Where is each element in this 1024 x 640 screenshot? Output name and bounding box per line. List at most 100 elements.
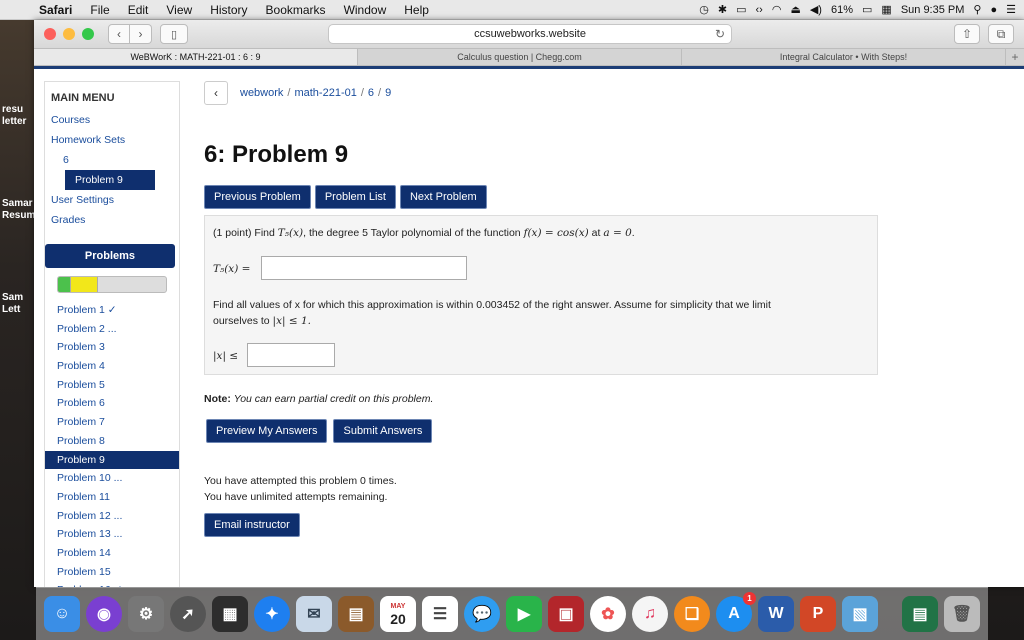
tab-chegg[interactable]: Calculus question | Chegg.com [358, 49, 682, 65]
desktop-file-label[interactable]: resu letter [0, 104, 34, 128]
problem-list-item[interactable]: Problem 13 ... [45, 525, 179, 544]
menu-app-name[interactable]: Safari [30, 3, 81, 17]
desktop-file-label[interactable]: Samar Resum [0, 198, 34, 222]
siri-icon[interactable]: ◉ [86, 596, 122, 632]
menu-history[interactable]: History [201, 3, 256, 17]
tabs-overview-icon[interactable]: ⧉ [988, 24, 1014, 44]
menu-help[interactable]: Help [395, 3, 438, 17]
menu-file[interactable]: File [81, 3, 118, 17]
attempts-remaining: You have unlimited attempts remaining. [204, 491, 388, 503]
problem-list-item[interactable]: Problem 12 ... [45, 507, 179, 526]
breadcrumb-course[interactable]: math-221-01 [294, 87, 356, 99]
mission-control-icon[interactable]: ▦ [212, 596, 248, 632]
close-window-button[interactable] [44, 28, 56, 40]
problem-list-item[interactable]: Problem 9 [45, 450, 179, 470]
excel-file-icon[interactable]: ▤ [902, 596, 938, 632]
problem-list-item[interactable]: Problem 3 [45, 338, 179, 357]
notification-center-icon[interactable]: ☰ [1006, 3, 1016, 16]
problem-list-item[interactable]: Problem 4 [45, 357, 179, 376]
menu-window[interactable]: Window [335, 3, 396, 17]
battery-icon[interactable]: ▭ [862, 3, 872, 16]
problem-list-item[interactable]: Problem 6 [45, 394, 179, 413]
address-bar[interactable]: ccsuwebworks.website ↻ [328, 24, 732, 44]
menu-edit[interactable]: Edit [119, 3, 158, 17]
x-bound-input[interactable] [247, 343, 335, 367]
app-store-icon[interactable]: A1 [716, 592, 756, 632]
breadcrumb-webwork[interactable]: webwork [240, 87, 283, 99]
share-icon[interactable]: ⇧ [954, 24, 980, 44]
submit-answers-button[interactable]: Submit Answers [333, 419, 433, 443]
eject-icon[interactable]: ⏏ [790, 3, 800, 16]
browser-forward-button[interactable]: › [130, 24, 152, 44]
problem-list-item[interactable]: Problem 7 [45, 413, 179, 432]
tab-integral-calculator[interactable]: Integral Calculator • With Steps! [682, 49, 1006, 65]
photos-icon[interactable]: ✿ [590, 596, 626, 632]
browser-back-button[interactable]: ‹ [108, 24, 130, 44]
user-avatar-icon[interactable]: ● [990, 4, 997, 16]
code-icon[interactable]: ‹› [756, 4, 763, 16]
taylor-polynomial-input[interactable] [261, 256, 467, 280]
books-icon[interactable]: ❑ [674, 596, 710, 632]
nav-set[interactable]: 6 [45, 150, 179, 170]
breadcrumb-problem: 9 [385, 87, 392, 99]
mail-icon[interactable]: ✉ [296, 596, 332, 632]
system-preferences-icon[interactable]: ⚙ [128, 596, 164, 632]
email-instructor-button[interactable]: Email instructor [204, 513, 300, 537]
back-arrow-icon[interactable]: ‹ [204, 81, 228, 105]
breadcrumb-set[interactable]: 6 [368, 87, 374, 99]
word-icon[interactable]: W [758, 596, 794, 632]
tab-title: WeBWorK : MATH-221-01 : 6 : 9 [130, 52, 261, 62]
nav-courses[interactable]: Courses [45, 110, 179, 130]
nav-grades[interactable]: Grades [45, 210, 179, 230]
photo-booth-icon[interactable]: ▣ [548, 596, 584, 632]
problem-list-item[interactable]: Problem 11 [45, 488, 179, 507]
new-tab-button[interactable]: + [1006, 49, 1024, 65]
next-problem-button[interactable]: Next Problem [399, 185, 487, 209]
powerpoint-icon[interactable]: P [800, 596, 836, 632]
problem-list-button[interactable]: Problem List [314, 185, 396, 209]
nav-current-problem[interactable]: Problem 9 [65, 170, 155, 190]
menu-bookmarks[interactable]: Bookmarks [257, 3, 335, 17]
calendar-day: 20 [390, 610, 406, 627]
desktop-file-label[interactable]: Sam Lett [0, 292, 34, 316]
calendar-icon[interactable]: ▦ [881, 3, 891, 16]
problem-list-item[interactable]: Problem 2 ... [45, 320, 179, 339]
airplay-icon[interactable]: ▭ [736, 3, 746, 16]
problem-list-item[interactable]: Problem 10 ... [45, 469, 179, 488]
problem-list-item[interactable]: Problem 5 [45, 376, 179, 395]
problem-nav-buttons: Previous Problem Problem List Next Probl… [204, 185, 487, 209]
finder-icon[interactable]: ☺ [44, 596, 80, 632]
preview-icon[interactable]: ▧ [842, 596, 878, 632]
bluetooth-icon[interactable]: ✱ [718, 3, 727, 16]
sidebar-toggle-icon[interactable]: ▯ [160, 24, 188, 44]
launchpad-icon[interactable]: ➚ [170, 596, 206, 632]
reload-icon[interactable]: ↻ [715, 27, 725, 41]
wifi-icon[interactable]: ◠ [772, 3, 782, 16]
minimize-window-button[interactable] [63, 28, 75, 40]
menubar-clock[interactable]: Sun 9:35 PM [901, 4, 965, 16]
fullscreen-window-button[interactable] [82, 28, 94, 40]
time-machine-icon[interactable]: ◷ [699, 3, 709, 16]
calendar-month: MAY [390, 602, 406, 610]
problem-list-item[interactable]: Problem 1 ✓ [45, 301, 179, 320]
facetime-icon[interactable]: ▶ [506, 596, 542, 632]
reminders-icon[interactable]: ☰ [422, 596, 458, 632]
messages-icon[interactable]: 💬 [464, 596, 500, 632]
safari-icon[interactable]: ✦ [254, 596, 290, 632]
problem-list-item[interactable]: Problem 15 [45, 563, 179, 582]
volume-icon[interactable]: ◀) [810, 3, 822, 16]
spotlight-search-icon[interactable]: ⚲ [973, 3, 981, 16]
notebook-icon[interactable]: ▤ [338, 596, 374, 632]
nav-user-settings[interactable]: User Settings [45, 190, 179, 210]
calendar-icon[interactable]: MAY 20 [380, 596, 416, 632]
preview-answers-button[interactable]: Preview My Answers [206, 419, 328, 443]
problem-list-item[interactable]: Problem 8 [45, 432, 179, 451]
nav-homework-sets[interactable]: Homework Sets [45, 130, 179, 150]
menu-view[interactable]: View [157, 3, 201, 17]
tab-webwork[interactable]: WeBWorK : MATH-221-01 : 6 : 9 [34, 49, 358, 65]
trash-icon[interactable]: 🗑 [944, 596, 980, 632]
music-icon[interactable]: ♫ [632, 596, 668, 632]
previous-problem-button[interactable]: Previous Problem [204, 185, 311, 209]
tab-title: Integral Calculator • With Steps! [779, 52, 908, 62]
problem-list-item[interactable]: Problem 14 [45, 544, 179, 563]
